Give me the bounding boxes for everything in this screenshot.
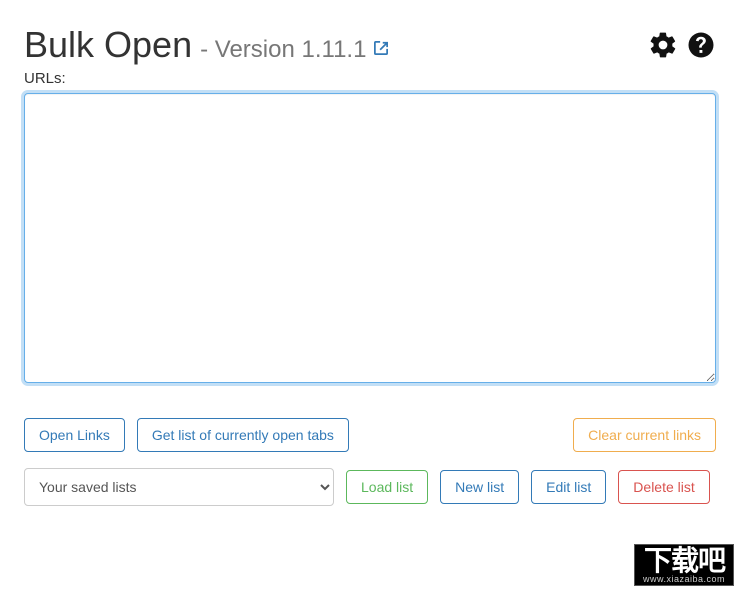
header: Bulk Open - Version 1.11.1: [24, 24, 716, 66]
urls-label: URLs:: [24, 70, 716, 87]
header-icons: [648, 24, 716, 65]
new-list-button[interactable]: New list: [440, 470, 519, 504]
watermark-text: 下载吧: [643, 547, 725, 575]
clear-links-button[interactable]: Clear current links: [573, 418, 716, 452]
version-text: - Version 1.11.1: [200, 36, 366, 64]
help-icon[interactable]: [686, 30, 716, 65]
load-list-button[interactable]: Load list: [346, 470, 428, 504]
external-link-icon[interactable]: [374, 41, 388, 60]
watermark-url: www.xiazaiba.com: [643, 575, 725, 584]
urls-textarea[interactable]: [24, 93, 716, 383]
app-title: Bulk Open: [24, 24, 192, 66]
gear-icon[interactable]: [648, 30, 678, 65]
saved-lists-select[interactable]: Your saved lists: [24, 468, 334, 506]
edit-list-button[interactable]: Edit list: [531, 470, 606, 504]
watermark: 下载吧 www.xiazaiba.com: [634, 544, 734, 586]
title-wrap: Bulk Open - Version 1.11.1: [24, 24, 388, 66]
action-row-2: Your saved lists Load list New list Edit…: [24, 468, 716, 506]
open-links-button[interactable]: Open Links: [24, 418, 125, 452]
get-open-tabs-button[interactable]: Get list of currently open tabs: [137, 418, 349, 452]
delete-list-button[interactable]: Delete list: [618, 470, 709, 504]
action-row-1: Open Links Get list of currently open ta…: [24, 418, 716, 452]
